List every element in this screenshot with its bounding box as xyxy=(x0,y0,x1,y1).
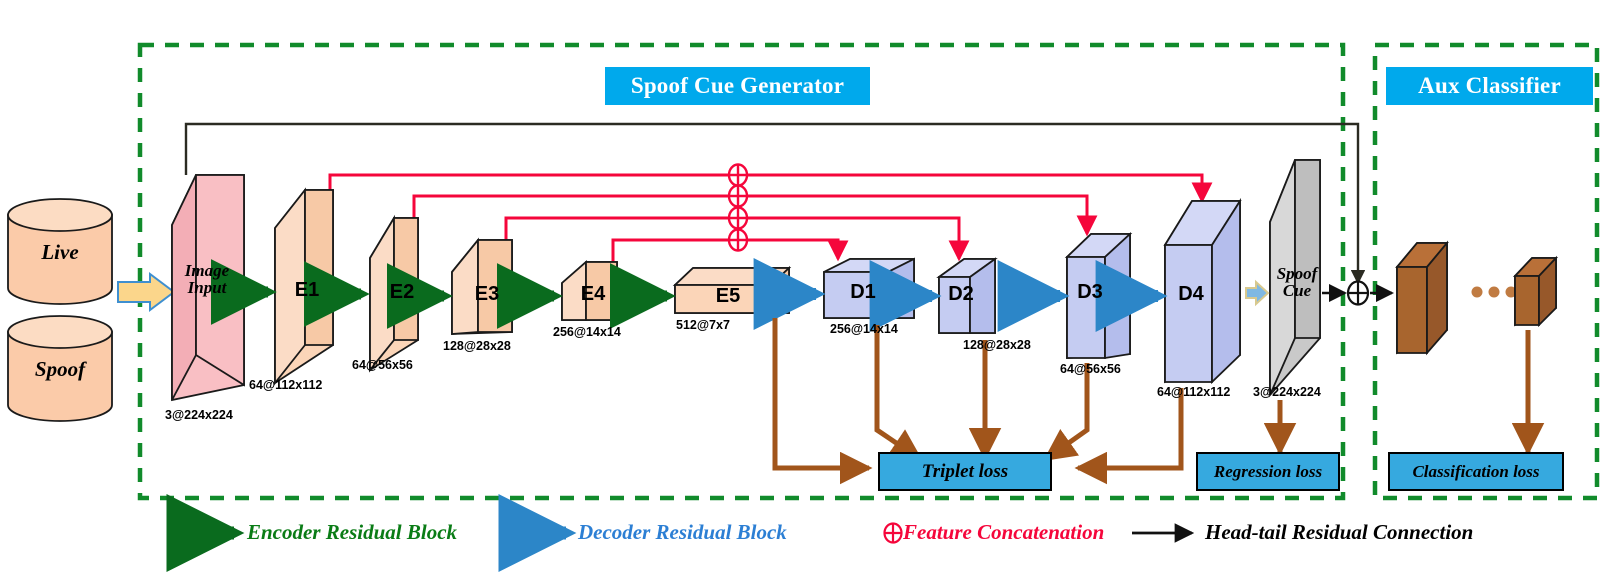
decoder-label-D1: D1 xyxy=(850,281,876,303)
encoder-dim-E3: 128@28x28 xyxy=(443,339,511,353)
decoder-dim-D4: 64@112x112 xyxy=(1157,385,1231,399)
feature-concat-links xyxy=(328,173,1213,262)
encoder-dim-E4: 256@14x14 xyxy=(553,325,621,339)
spoof-cue-label: Spoof Cue xyxy=(1276,264,1318,301)
encoder-dim-E1: 64@112x112 xyxy=(249,378,323,392)
residual-sum-operator xyxy=(1322,280,1395,306)
dataset-label-spoof: Spoof xyxy=(34,357,86,381)
image-input-label: Image Input xyxy=(184,261,230,298)
decoder-label-D2: D2 xyxy=(948,283,974,305)
decoder-label-D3: D3 xyxy=(1077,281,1103,303)
concat-operator-symbols xyxy=(727,163,749,252)
legend-label-decoder: Decoder Residual Block xyxy=(578,520,787,544)
spoof-cue-dim: 3@224x224 xyxy=(1253,385,1321,399)
legend-label-concat: Feature Concatenation xyxy=(903,520,1105,544)
spoof-cue-output-arrow xyxy=(1245,279,1270,307)
encoder-label-E4: E4 xyxy=(580,283,606,305)
legend-concat-marker xyxy=(883,522,903,544)
legend-label-residual: Head-tail Residual Connection xyxy=(1205,520,1474,544)
encoder-label-E2: E2 xyxy=(389,281,415,303)
dataset-label-live: Live xyxy=(41,240,79,264)
diagram-stage: Spoof Cue Generator Aux Classifier Live … xyxy=(0,0,1603,575)
encoder-label-E3: E3 xyxy=(474,283,500,305)
generator-panel-title: Spoof Cue Generator xyxy=(605,67,870,105)
encoder-label-E5: E5 xyxy=(715,285,741,307)
aux-classifier-ellipsis-dots xyxy=(1471,286,1517,298)
loss-box-regression: Regression loss xyxy=(1196,452,1340,491)
loss-box-triplet: Triplet loss xyxy=(878,452,1052,491)
decoder-dim-D1: 256@14x14 xyxy=(830,322,898,336)
encoder-dim-E5: 512@7x7 xyxy=(676,318,730,332)
aux-panel-title: Aux Classifier xyxy=(1386,67,1593,105)
decoder-label-D4: D4 xyxy=(1178,283,1204,305)
encoder-dim-E2: 64@56x56 xyxy=(352,358,413,372)
decoder-dim-D2: 128@28x28 xyxy=(963,338,1031,352)
image-input-dim: 3@224x224 xyxy=(165,408,233,422)
input-flow-arrow xyxy=(117,272,176,312)
encoder-label-E1: E1 xyxy=(294,279,320,301)
aux-classifier-block-first xyxy=(1395,240,1449,356)
loss-box-classification: Classification loss xyxy=(1388,452,1564,491)
legend-label-encoder: Encoder Residual Block xyxy=(247,520,458,544)
aux-classifier-block-last xyxy=(1512,255,1559,328)
decoder-dim-D3: 64@56x56 xyxy=(1060,362,1121,376)
